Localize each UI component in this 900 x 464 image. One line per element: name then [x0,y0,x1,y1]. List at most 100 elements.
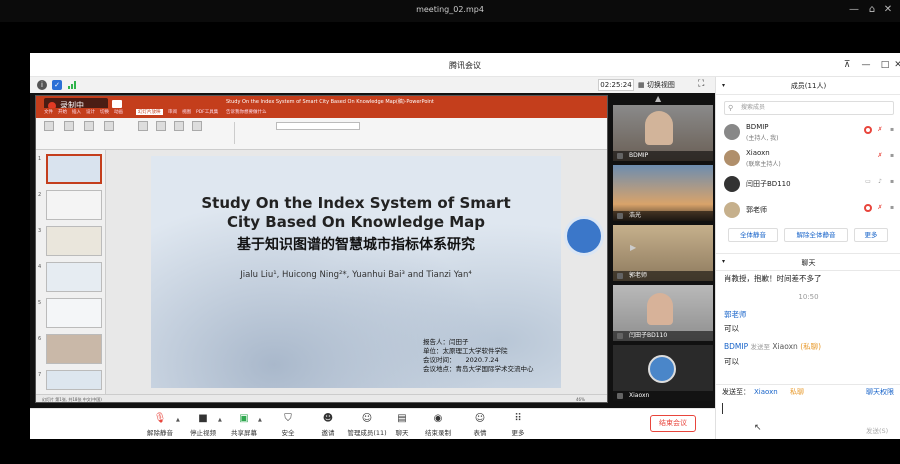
ribbon-button[interactable] [192,121,202,131]
floating-avatar-icon[interactable] [564,216,604,256]
participant-video [645,111,673,145]
member-row[interactable]: BDMIP (主持人, 我) ✗ ▪ [724,121,896,143]
ribbon-button[interactable] [64,121,74,131]
participant-tile[interactable]: 郭老师 [613,225,713,281]
video-icon[interactable]: ▪ [888,178,896,186]
collapse-icon[interactable]: ▾ [722,258,725,265]
ppt-tab[interactable]: 动画 [114,109,123,115]
slide-thumbnail[interactable] [46,190,102,220]
chevron-up-icon[interactable]: ▲ [176,417,180,423]
participant-name: Xiaoxn [613,391,713,401]
slide-title-chinese: 基于知识图谱的智慧城市指标体系研究 [237,237,475,253]
ppt-zoom[interactable]: 46% [576,395,585,402]
pin-icon[interactable]: ⌂ [866,4,878,16]
switch-view-button[interactable]: ▦ 切换视图 [638,79,675,91]
signal-icon[interactable] [68,81,78,89]
ribbon-checkboxes[interactable] [234,122,268,144]
shield-status-icon[interactable]: ✓ [52,80,62,90]
ppt-tab[interactable]: 审阅 [168,109,177,115]
slide-thumbnail-active[interactable] [46,154,102,184]
mic-icon[interactable]: ♪ [876,178,884,186]
current-slide: Study On the Index System of Smart City … [151,156,561,388]
ppt-tab[interactable]: 告诉我你想要做什么 [226,109,267,115]
fullscreen-icon[interactable]: ⛶ [698,79,704,89]
end-meeting-button[interactable]: 结束会议 [650,415,696,432]
security-button[interactable]: ⛉ 安全 [270,411,306,439]
video-icon[interactable]: ▪ [888,152,896,160]
participant-tile[interactable]: 闫田子BD110 [613,285,713,341]
info-icon[interactable]: i [37,80,47,90]
mic-muted-icon[interactable]: ✗ [876,204,884,212]
stop-recording-button[interactable]: ◉ 结束录制 [420,411,456,439]
minimize-icon[interactable]: — [848,4,860,16]
stop-recording-icon[interactable] [112,100,122,108]
unmute-button[interactable]: 🎙 解除静音 [142,411,178,439]
participant-tile[interactable]: BDMIP [613,105,713,161]
video-icon[interactable]: ▪ [888,204,896,212]
ppt-tab[interactable]: 文件 [44,109,53,115]
video-icon[interactable]: ▪ [888,126,896,134]
ppt-tab[interactable]: 视图 [182,109,191,115]
slide-thumbnail[interactable] [46,334,102,364]
ribbon-button[interactable] [174,121,184,131]
side-panel: 成员(11人) ▾ 搜索成员 ⚲ BDMIP (主持人, 我) ✗ ▪ Xiao… [715,77,900,439]
pin-window-icon[interactable]: ⊼ [840,58,854,72]
participant-tile[interactable]: Xiaoxn [613,345,713,401]
participant-tile[interactable]: 浩光 [613,165,713,221]
close-window-icon[interactable]: ✕ [894,58,900,72]
member-row[interactable]: Xiaoxn (联席主持人) ✗ ▪ [724,147,896,169]
unmute-all-button[interactable]: 解除全体静音 [784,228,848,242]
slide-thumbnail[interactable] [46,370,102,390]
chevron-up-icon[interactable]: ▲ [258,417,262,423]
thumb-number: 3 [38,228,42,234]
chat-permission-button[interactable]: 聊天权限 [866,385,894,399]
send-to-select[interactable]: Xiaoxn [754,385,778,399]
record-icon: ◉ [433,413,443,424]
ribbon-button[interactable] [84,121,94,131]
member-row[interactable]: 闫田子BD110 ▭ ♪ ▪ [724,173,896,195]
ribbon-button[interactable] [138,121,148,131]
ppt-tab[interactable]: 切换 [100,109,109,115]
ppt-tab-active[interactable]: 幻灯片放映 [136,109,163,115]
ppt-tab[interactable]: 开始 [58,109,67,115]
more-members-button[interactable]: 更多 [854,228,888,242]
ribbon-button[interactable] [104,121,114,131]
window-title: 腾讯会议 [449,61,481,70]
member-search-input[interactable]: 搜索成员 [724,101,894,115]
shared-screen-powerpoint: Study On the Index System of Smart City … [35,95,608,403]
share-screen-icon: ▣ [239,413,249,424]
ribbon-button[interactable] [44,121,54,131]
slide-thumbnail[interactable] [46,262,102,292]
shield-icon: ⛉ [284,413,292,424]
avatar [724,150,740,166]
ribbon-monitor-select[interactable] [276,122,360,130]
slide-thumbnail[interactable] [46,226,102,256]
scroll-left-icon[interactable]: ▶ [630,243,636,252]
mic-muted-icon[interactable]: ✗ [876,126,884,134]
scroll-up-icon[interactable]: ▲ [655,94,661,103]
minimize-window-icon[interactable]: — [859,58,873,72]
video-stage: Study On the Index System of Smart City … [30,93,715,408]
avatar [724,124,740,140]
ppt-tab[interactable]: 设计 [86,109,95,115]
slide-thumbnail[interactable] [46,298,102,328]
emoji-button[interactable]: ☺ 表情 [462,411,498,439]
maximize-window-icon[interactable]: □ [878,58,892,72]
ppt-tab[interactable]: 插入 [72,109,81,115]
mic-muted-icon[interactable]: ✗ [876,152,884,160]
chat-message: 肖教授，抱歉！时间差不多了 [724,274,822,283]
ppt-tab[interactable]: PDF工具集 [196,109,218,115]
share-screen-button[interactable]: ▣ 共享屏幕 [226,411,262,439]
player-top-bar: meeting_02.mp4 — ⌂ ✕ [0,0,900,22]
member-row[interactable]: 郭老师 ✗ ▪ [724,199,896,221]
chevron-up-icon[interactable]: ▲ [218,417,222,423]
close-icon[interactable]: ✕ [882,4,894,16]
send-button[interactable]: 发送(S) [866,425,888,435]
ribbon-button[interactable] [156,121,166,131]
chat-sender: BDMIP [724,342,749,351]
mute-all-button[interactable]: 全体静音 [728,228,778,242]
collapse-icon[interactable]: ▾ [722,82,725,89]
stop-video-button[interactable]: ■ 停止视频 [185,411,221,439]
grid-icon: ▦ [638,81,647,89]
more-button[interactable]: ⠿ 更多 [500,411,536,439]
